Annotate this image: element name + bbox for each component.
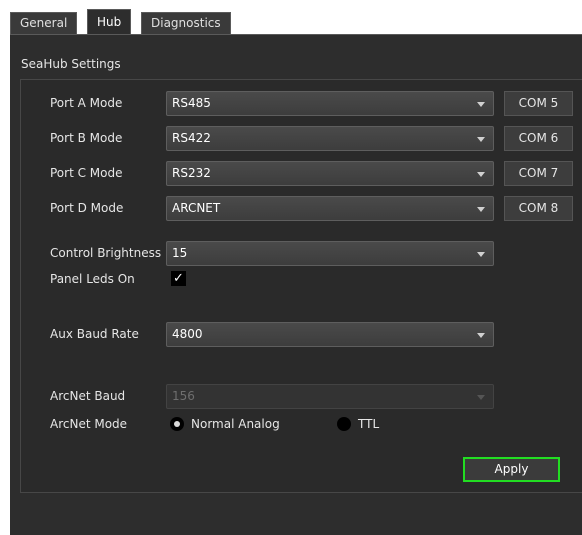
port-c-mode-select[interactable]: RS232 [166,161,494,186]
aux-baud-value: 4800 [172,327,203,341]
port-b-mode-value: RS422 [172,131,211,145]
port-c-mode-value: RS232 [172,166,211,180]
chevron-down-icon [477,395,485,400]
chevron-down-icon [477,207,485,212]
port-b-com: COM 6 [504,126,573,151]
chevron-down-icon [477,333,485,338]
port-d-com: COM 8 [504,196,573,221]
radio-selected-dot [174,421,180,427]
port-a-mode-select[interactable]: RS485 [166,91,494,116]
hub-panel: SeaHub Settings Port A Mode RS485 COM 5 … [10,34,582,535]
port-a-mode-value: RS485 [172,96,211,110]
apply-button[interactable]: Apply [463,457,560,482]
chevron-down-icon [477,252,485,257]
port-a-label: Port A Mode [50,96,123,110]
chevron-down-icon [477,137,485,142]
normal-analog-label: Normal Analog [191,417,280,431]
seahub-settings-group: Port A Mode RS485 COM 5 Port B Mode RS42… [20,79,582,493]
normal-analog-radio[interactable] [170,417,184,431]
port-d-label: Port D Mode [50,201,124,215]
ttl-radio[interactable] [337,417,351,431]
control-brightness-label: Control Brightness [50,246,162,260]
aux-baud-label: Aux Baud Rate [50,327,139,341]
panel-leds-label: Panel Leds On [50,272,135,286]
panel-leds-checkbox[interactable]: ✓ [171,271,186,286]
control-brightness-value: 15 [172,246,188,260]
tab-general[interactable]: General [10,12,78,34]
arcnet-mode-label: ArcNet Mode [50,417,128,431]
tab-bar: General Hub Diagnostics [10,8,582,35]
port-b-label: Port B Mode [50,131,123,145]
arcnet-baud-value: 156 [172,389,195,403]
tab-diagnostics[interactable]: Diagnostics [141,12,231,34]
chevron-down-icon [477,172,485,177]
port-d-mode-value: ARCNET [172,201,221,215]
aux-baud-select[interactable]: 4800 [166,322,494,347]
port-c-com: COM 7 [504,161,573,186]
group-title: SeaHub Settings [21,57,121,71]
port-a-com: COM 5 [504,91,573,116]
arcnet-baud-select: 156 [166,384,494,409]
port-c-label: Port C Mode [50,166,123,180]
arcnet-baud-label: ArcNet Baud [50,389,126,403]
port-d-mode-select[interactable]: ARCNET [166,196,494,221]
chevron-down-icon [477,102,485,107]
control-brightness-select[interactable]: 15 [166,241,494,266]
port-b-mode-select[interactable]: RS422 [166,126,494,151]
ttl-label: TTL [358,417,380,431]
tab-hub[interactable]: Hub [87,9,132,35]
